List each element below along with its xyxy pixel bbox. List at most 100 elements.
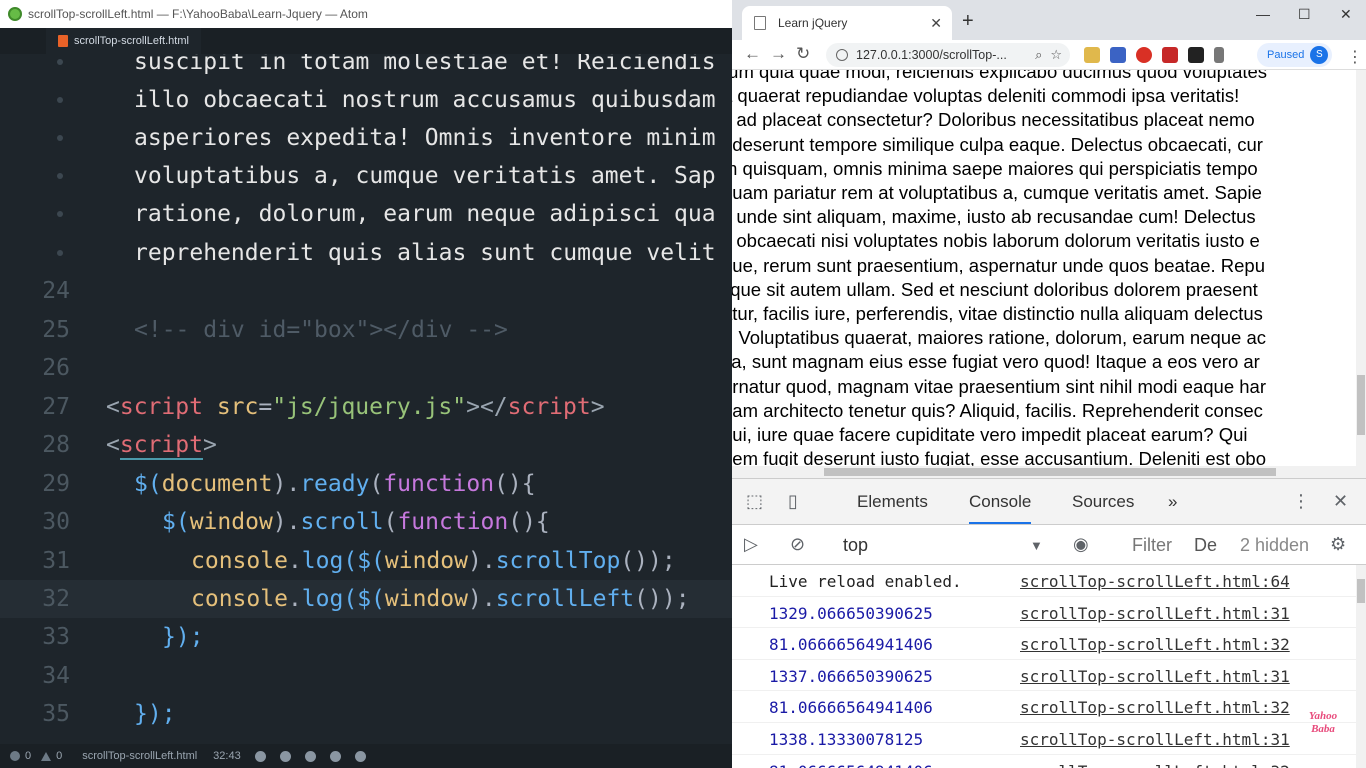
edge-browser-icon[interactable]: [254, 750, 266, 762]
context-selector[interactable]: top: [843, 535, 868, 556]
scrollbar-thumb[interactable]: [1357, 579, 1365, 603]
hidden-messages-count: 2 hidden: [1240, 535, 1310, 555]
close-tab-icon[interactable]: ✕: [930, 15, 942, 32]
code-line: asperiores expedita! Omnis inventore min…: [0, 119, 732, 157]
code-line: voluptatibus a, cumque veritatis amet. S…: [0, 157, 732, 195]
fold-dot-icon: [57, 173, 63, 179]
status-file-name[interactable]: scrollTop-scrollLeft.html: [82, 750, 197, 762]
console-source-link[interactable]: scrollTop-scrollLeft.html:31: [1020, 604, 1290, 623]
code-text: voluptatibus a, cumque veritatis amet. S…: [134, 163, 716, 189]
console-message-text: 81.06666564941406: [769, 698, 933, 718]
editor-tab[interactable]: scrollTop-scrollLeft.html: [46, 28, 201, 54]
line-number: 27: [42, 394, 70, 420]
tab-sources[interactable]: Sources: [1072, 492, 1134, 512]
error-count[interactable]: 0: [10, 750, 31, 762]
extension-badge-icon[interactable]: [1162, 47, 1178, 63]
scrollbar-thumb[interactable]: [824, 468, 1276, 476]
console-source-link[interactable]: scrollTop-scrollLeft.html:32: [1020, 635, 1290, 654]
fold-dot-icon: [57, 97, 63, 103]
adblock-extension-icon[interactable]: [1136, 47, 1152, 63]
fold-dot-icon: [57, 211, 63, 217]
code-line: ratione, dolorum, earum neque adipisci q…: [0, 195, 732, 233]
script-open-tag: <script>: [106, 432, 217, 460]
tab-console[interactable]: Console: [969, 492, 1032, 524]
scrollbar-thumb[interactable]: [1357, 375, 1365, 435]
bookmark-star-icon[interactable]: ☆: [1050, 47, 1062, 63]
chrome-browser-icon[interactable]: [279, 750, 291, 762]
back-icon[interactable]: ←: [744, 44, 761, 64]
code-line: 31 console.log($(window).scrollTop());: [0, 542, 732, 580]
browser-tab[interactable]: Learn jQuery ✕: [742, 6, 952, 40]
chevron-down-icon[interactable]: ▼: [1030, 538, 1043, 553]
live-expression-eye-icon[interactable]: ◉: [1073, 534, 1089, 555]
inspect-element-icon[interactable]: ⬚: [746, 491, 763, 512]
console-source-link[interactable]: scrollTop-scrollLeft.html:31: [1020, 667, 1290, 686]
warning-count[interactable]: 0: [41, 750, 62, 762]
info-icon[interactable]: [836, 49, 848, 61]
extension-icon[interactable]: [1110, 47, 1126, 63]
console-source-link[interactable]: scrollTop-scrollLeft.html:32: [1020, 698, 1290, 717]
close-devtools-icon[interactable]: ✕: [1333, 491, 1348, 512]
atom-window-title: scrollTop-scrollLeft.html — F:\YahooBaba…: [28, 7, 368, 21]
code-line: 27 <script src="js/jquery.js"></script>: [0, 388, 732, 426]
code-text: });: [162, 624, 204, 650]
forward-icon[interactable]: →: [770, 44, 787, 64]
js-extension-icon[interactable]: [1188, 47, 1204, 63]
clear-console-icon[interactable]: ⊘: [790, 534, 805, 555]
code-text: suscipit in totam molestiae et! Reiciend…: [134, 54, 716, 75]
zoom-icon[interactable]: ⌕: [1035, 47, 1042, 63]
page-viewport[interactable]: rum quia quae modi, reiciendis explicabo…: [732, 70, 1356, 466]
safari-browser-icon[interactable]: [354, 750, 366, 762]
page-paragraph: rum quia quae modi, reiciendis explicabo…: [732, 70, 1356, 466]
console-message-text: 1329.066650390625: [769, 603, 933, 623]
firefox-browser-icon[interactable]: [304, 750, 316, 762]
page-text-line: nem fugit deserunt iusto fugiat, esse ac…: [732, 448, 1266, 466]
line-number: 34: [42, 663, 70, 689]
address-bar[interactable]: 127.0.0.1:3000/scrollTop-... ⌕ ☆: [826, 43, 1070, 67]
more-tabs-button[interactable]: »: [1168, 492, 1177, 512]
console-source-link[interactable]: scrollTop-scrollLeft.html:32: [1020, 762, 1290, 768]
minimize-icon[interactable]: —: [1256, 6, 1270, 22]
paused-sync-button[interactable]: Paused S: [1257, 43, 1333, 67]
url-text: 127.0.0.1:3000/scrollTop-...: [856, 48, 1007, 62]
page-text-line: lique sit autem ullam. Sed et nesciunt d…: [732, 278, 1258, 300]
chrome-menu-icon[interactable]: ⋮: [1347, 47, 1363, 67]
page-horizontal-scrollbar[interactable]: [732, 466, 1366, 478]
devtools-menu-icon[interactable]: ⋮: [1292, 491, 1310, 512]
line-number: 32: [42, 586, 70, 612]
editor-tab-label: scrollTop-scrollLeft.html: [74, 35, 189, 47]
console-message: Live reload enabled. scrollTop-scrollLeft…: [732, 565, 1356, 597]
close-window-icon[interactable]: ✕: [1340, 6, 1352, 23]
atom-titlebar: scrollTop-scrollLeft.html — F:\YahooBaba…: [0, 0, 732, 28]
line-number: 25: [42, 317, 70, 343]
console-message-text: 81.06666564941406: [769, 635, 933, 655]
console-toolbar: ▷ ⊘ top ▼ ◉ Filter De 2 hidden ⚙: [732, 525, 1366, 565]
page-text-line: qui, iure quae facere cupiditate vero im…: [732, 424, 1248, 446]
console-message: 1338.13330078125 scrollTop-scrollLeft.htm…: [732, 723, 1356, 755]
console-settings-gear-icon[interactable]: ⚙: [1330, 534, 1346, 555]
code-line: suscipit in totam molestiae et! Reiciend…: [0, 54, 732, 81]
extension-icon[interactable]: [1214, 47, 1224, 63]
code-line-current: 32 console.log($(window).scrollLeft());: [0, 580, 732, 618]
device-toolbar-icon[interactable]: ▯: [788, 491, 798, 512]
console-filter-input[interactable]: Filter: [1132, 535, 1172, 556]
chrome-browser-window: Learn jQuery ✕ + — ☐ ✕ ← → ↻ 127.0.0.1:3…: [732, 0, 1366, 768]
tab-elements[interactable]: Elements: [857, 492, 928, 512]
sidebar-toggle-icon[interactable]: ▷: [744, 534, 758, 555]
atom-status-bar: 0 0 scrollTop-scrollLeft.html 32:43: [0, 744, 732, 768]
console-scrollbar[interactable]: [1356, 565, 1366, 768]
page-text-line: ernatur quod, magnam vitae praesentium s…: [732, 375, 1267, 397]
page-text-line: , deserunt tempore similique culpa eaque…: [732, 133, 1263, 155]
cursor-position[interactable]: 32:43: [213, 750, 241, 762]
page-vertical-scrollbar[interactable]: [1356, 70, 1366, 466]
console-log-scrolltop: console.log($(window).scrollTop());: [191, 548, 676, 574]
console-source-link[interactable]: scrollTop-scrollLeft.html:64: [1020, 572, 1290, 591]
opera-browser-icon[interactable]: [329, 750, 341, 762]
code-editor[interactable]: suscipit in totam molestiae et! Reiciend…: [0, 54, 732, 744]
new-tab-icon[interactable]: +: [962, 10, 974, 33]
color-picker-extension-icon[interactable]: [1084, 47, 1100, 63]
log-levels-dropdown[interactable]: De: [1194, 535, 1217, 556]
console-source-link[interactable]: scrollTop-scrollLeft.html:31: [1020, 730, 1290, 749]
maximize-icon[interactable]: ☐: [1298, 6, 1311, 23]
reload-icon[interactable]: ↻: [796, 44, 810, 64]
